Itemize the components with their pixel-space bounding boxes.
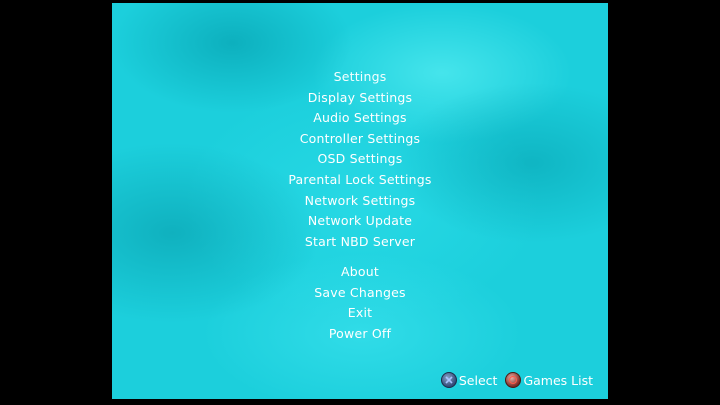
menu-item-controller-settings[interactable]: Controller Settings bbox=[112, 129, 608, 149]
menu-item-audio-settings[interactable]: Audio Settings bbox=[112, 108, 608, 128]
menu-item-power-off[interactable]: Power Off bbox=[112, 324, 608, 344]
menu-item-parental-lock-settings[interactable]: Parental Lock Settings bbox=[112, 170, 608, 190]
menu-item-network-settings[interactable]: Network Settings bbox=[112, 191, 608, 211]
menu-item-network-update[interactable]: Network Update bbox=[112, 211, 608, 231]
circle-button-icon bbox=[505, 372, 522, 388]
menu-title: Settings bbox=[333, 69, 387, 84]
menu-item-osd-settings[interactable]: OSD Settings bbox=[112, 149, 608, 169]
games-list-hint[interactable]: Games List bbox=[505, 372, 593, 388]
games-list-label: Games List bbox=[523, 372, 593, 388]
menu-item-start-nbd-server[interactable]: Start NBD Server bbox=[112, 232, 608, 252]
button-hints: Select Games List bbox=[433, 371, 593, 389]
menu-item-save-changes[interactable]: Save Changes bbox=[112, 283, 608, 303]
settings-screen: Settings Display Settings Audio Settings… bbox=[112, 3, 608, 399]
cross-button-icon bbox=[440, 372, 457, 388]
select-label: Select bbox=[458, 372, 498, 388]
menu-item-exit[interactable]: Exit bbox=[112, 303, 608, 323]
menu-item-about[interactable]: About bbox=[112, 262, 608, 282]
select-hint[interactable]: Select bbox=[440, 372, 498, 388]
menu-item-display-settings[interactable]: Display Settings bbox=[112, 88, 608, 108]
